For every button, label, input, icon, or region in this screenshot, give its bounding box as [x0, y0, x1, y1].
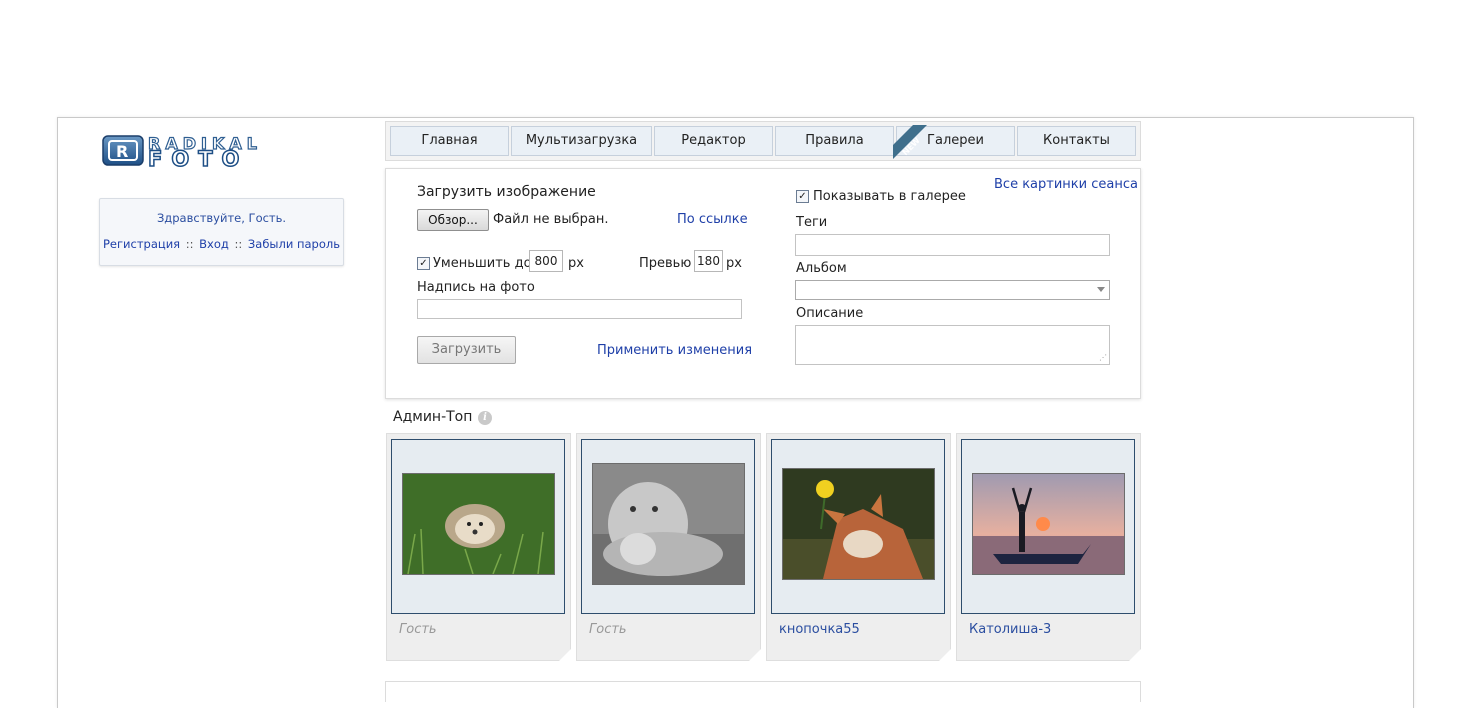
chevron-down-icon: [1097, 287, 1105, 292]
site-logo[interactable]: R RADIKAL FOTO: [100, 130, 342, 185]
browse-button[interactable]: Обзор...: [417, 209, 489, 231]
resize-width-input[interactable]: 800: [529, 250, 563, 272]
preview-label: Превью: [639, 256, 692, 271]
caption-label: Надпись на фото: [417, 280, 535, 295]
description-label: Описание: [796, 306, 864, 321]
nav-item-home[interactable]: Главная: [390, 126, 509, 156]
thumbnail-image[interactable]: [402, 473, 555, 575]
album-label: Альбом: [796, 261, 847, 276]
upload-title: Загрузить изображение: [417, 184, 596, 200]
preview-size-input[interactable]: 180: [694, 250, 723, 272]
thumbnail-frame: [961, 439, 1135, 614]
thumbnail-image[interactable]: [592, 463, 745, 585]
album-select[interactable]: [795, 280, 1110, 300]
auth-links: Регистрация :: Вход :: Забыли пароль: [100, 237, 343, 251]
thumbnail-frame: [391, 439, 565, 614]
caption-input[interactable]: [417, 299, 742, 319]
thumbnail-image[interactable]: [782, 468, 935, 580]
thumbnail-image[interactable]: [972, 473, 1125, 575]
separator: ::: [234, 237, 243, 251]
info-icon[interactable]: i: [478, 411, 492, 425]
upload-button[interactable]: Загрузить: [417, 336, 516, 364]
nav-item-contacts[interactable]: Контакты: [1017, 126, 1136, 156]
tags-label: Теги: [796, 215, 828, 230]
bottom-panel: [385, 681, 1141, 702]
register-link[interactable]: Регистрация: [103, 237, 180, 251]
gallery-card[interactable]: Гость: [386, 433, 571, 661]
resize-unit: px: [568, 256, 584, 271]
thumbnail-frame: [771, 439, 945, 614]
file-status: Файл не выбран.: [493, 212, 609, 227]
gallery-card[interactable]: кнопочка55: [766, 433, 951, 661]
welcome-box: Здравствуйте, Гость. Регистрация :: Вход…: [99, 198, 344, 266]
upload-panel: Загрузить изображение Обзор... Файл не в…: [385, 168, 1141, 399]
card-author[interactable]: кнопочка55: [779, 622, 860, 637]
forgot-password-link[interactable]: Забыли пароль: [248, 237, 340, 251]
apply-changes-link[interactable]: Применить изменения: [597, 343, 752, 358]
tags-input[interactable]: [795, 234, 1110, 256]
upload-by-url-link[interactable]: По ссылке: [677, 212, 748, 227]
main-nav: Главная Мультизагрузка Редактор Правила …: [385, 121, 1141, 161]
admin-top-title: Админ-Топ: [393, 409, 473, 425]
show-in-gallery-checkbox[interactable]: ✓: [796, 190, 809, 203]
separator: ::: [185, 237, 194, 251]
thumbnail-frame: [581, 439, 755, 614]
greeting-text: Здравствуйте, Гость.: [156, 211, 287, 225]
show-in-gallery-label: Показывать в галерее: [813, 189, 966, 204]
card-author[interactable]: Католиша-3: [969, 622, 1051, 637]
card-author: Гость: [589, 622, 627, 637]
session-images-link[interactable]: Все картинки сеанса: [994, 177, 1138, 192]
nav-item-multiupload[interactable]: Мультизагрузка: [511, 126, 652, 156]
svg-text:FOTO: FOTO: [148, 147, 248, 171]
description-textarea[interactable]: ⋰: [795, 325, 1110, 365]
new-badge-icon: NEW: [893, 125, 927, 159]
card-author: Гость: [399, 622, 437, 637]
resize-label: Уменьшить до: [433, 256, 532, 271]
login-link[interactable]: Вход: [199, 237, 229, 251]
gallery-card[interactable]: Католиша-3: [956, 433, 1141, 661]
nav-item-rules[interactable]: Правила: [775, 126, 894, 156]
resize-checkbox[interactable]: ✓: [417, 257, 430, 270]
resize-grip-icon[interactable]: ⋰: [1099, 353, 1107, 362]
gallery-card[interactable]: Гость: [576, 433, 761, 661]
nav-item-editor[interactable]: Редактор: [654, 126, 773, 156]
preview-unit: px: [726, 256, 742, 271]
svg-text:R: R: [116, 142, 128, 161]
